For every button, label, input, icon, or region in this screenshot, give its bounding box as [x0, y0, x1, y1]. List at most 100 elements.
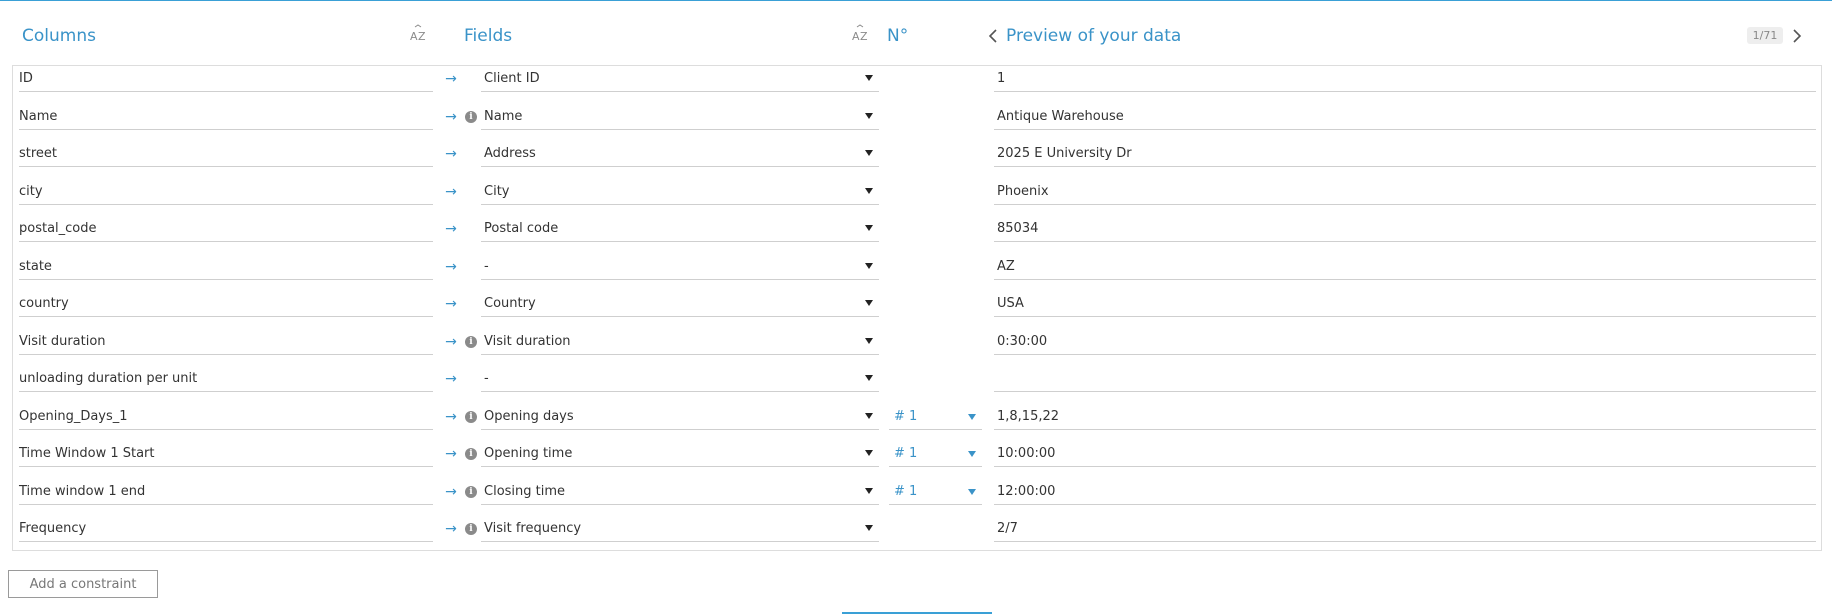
source-column-input[interactable]: postal_code: [19, 216, 433, 242]
add-constraint-button[interactable]: Add a constraint: [8, 570, 158, 598]
mapping-row: street → Address 2025 E University Dr: [0, 137, 1832, 171]
field-select[interactable]: Name: [481, 104, 879, 130]
mapping-row: Visit duration → i Visit duration 0:30:00: [0, 325, 1832, 359]
columns-header-label: Columns: [22, 26, 96, 46]
caret-down-icon: [865, 262, 873, 269]
source-column-input[interactable]: street: [19, 141, 433, 167]
mapping-row: ID → Client ID 1: [0, 62, 1832, 96]
info-icon[interactable]: i: [465, 448, 477, 460]
caret-down-icon: [865, 300, 873, 306]
arrow-right-icon: →: [445, 146, 457, 162]
source-column-input[interactable]: country: [19, 291, 433, 317]
source-column-input[interactable]: Name: [19, 104, 433, 130]
info-icon[interactable]: i: [465, 523, 477, 535]
info-icon[interactable]: i: [465, 410, 477, 423]
sort-az-icon[interactable]: A Z: [849, 24, 871, 46]
svg-text:A: A: [852, 30, 860, 43]
columns-header: Columns: [22, 22, 96, 50]
svg-text:Z: Z: [860, 30, 868, 43]
mapping-row: country → Country USA: [0, 287, 1832, 321]
field-select[interactable]: Address: [481, 141, 879, 167]
number-select-value: # 1: [894, 408, 918, 424]
caret-down-icon: [865, 412, 873, 419]
preview-value: 12:00:00: [994, 479, 1816, 505]
arrow-right-icon: →: [445, 296, 457, 312]
field-select-value: Closing time: [484, 483, 566, 499]
field-select-value: -: [484, 371, 489, 386]
preview-value: Phoenix: [994, 179, 1816, 205]
preview-header: Preview of your data: [1006, 22, 1181, 50]
preview-value: 10:00:00: [994, 441, 1816, 467]
arrow-right-icon: →: [445, 333, 457, 350]
preview-value: 85034: [994, 216, 1816, 242]
arrow-right-icon: →: [445, 521, 457, 537]
number-select-value: # 1: [894, 446, 918, 461]
arrow-right-icon: →: [445, 183, 457, 200]
mapping-row: Name → i Name Antique Warehouse: [0, 100, 1832, 134]
chevron-left-icon[interactable]: [987, 28, 1001, 44]
fields-header: Fields: [464, 22, 512, 50]
field-select[interactable]: Postal code: [481, 216, 879, 242]
source-column-input[interactable]: Time window 1 end: [19, 479, 433, 505]
source-column-input[interactable]: Opening_Days_1: [19, 404, 433, 430]
field-select[interactable]: Opening time: [481, 441, 879, 467]
field-select-value: Name: [484, 108, 523, 124]
preview-value: Antique Warehouse: [994, 104, 1816, 130]
field-select[interactable]: City: [481, 179, 879, 205]
caret-down-icon: [968, 413, 976, 420]
preview-value: 1,8,15,22: [994, 404, 1816, 430]
caret-down-icon: [865, 450, 873, 456]
arrow-right-icon: →: [445, 446, 457, 462]
number-select[interactable]: # 1: [889, 479, 982, 505]
sort-az-icon[interactable]: A Z: [407, 24, 429, 46]
source-column-input[interactable]: Frequency: [19, 516, 433, 542]
field-select[interactable]: Opening days: [481, 404, 879, 430]
preview-value: 1: [994, 66, 1816, 92]
source-column-input[interactable]: unloading duration per unit: [19, 366, 433, 392]
caret-down-icon: [865, 225, 873, 231]
field-select-value: -: [484, 258, 489, 274]
field-select[interactable]: Visit frequency: [481, 516, 879, 542]
info-icon[interactable]: i: [465, 110, 477, 123]
info-icon[interactable]: i: [465, 485, 477, 498]
page-indicator: 1/71: [1747, 27, 1783, 44]
arrow-right-icon: →: [445, 408, 457, 425]
field-select[interactable]: -: [481, 366, 879, 392]
fields-header-label: Fields: [464, 26, 513, 46]
source-column-input[interactable]: ID: [19, 66, 433, 92]
field-select[interactable]: Closing time: [481, 479, 879, 505]
caret-down-icon: [865, 525, 873, 531]
number-select[interactable]: # 1: [889, 404, 982, 430]
arrow-right-icon: →: [445, 108, 457, 125]
mapping-row: state → - AZ: [0, 250, 1832, 284]
source-column-input[interactable]: Visit duration: [19, 329, 433, 355]
caret-down-icon: [865, 375, 873, 381]
preview-value: 2/7: [994, 516, 1816, 542]
caret-down-icon: [968, 451, 976, 457]
field-select[interactable]: Visit duration: [481, 329, 879, 355]
preview-value: 2025 E University Dr: [994, 141, 1816, 167]
caret-down-icon: [865, 150, 873, 156]
number-header-label: N°: [887, 26, 909, 46]
field-select[interactable]: Country: [481, 291, 879, 317]
number-select[interactable]: # 1: [889, 441, 982, 467]
arrow-right-icon: →: [445, 71, 457, 87]
source-column-input[interactable]: Time Window 1 Start: [19, 441, 433, 467]
field-select[interactable]: Client ID: [481, 66, 879, 92]
preview-value: USA: [994, 291, 1816, 317]
field-select[interactable]: -: [481, 254, 879, 280]
chevron-right-icon[interactable]: [1790, 28, 1804, 44]
svg-text:A: A: [410, 30, 418, 43]
arrow-right-icon: →: [445, 483, 457, 500]
svg-text:Z: Z: [418, 30, 426, 43]
source-column-input[interactable]: city: [19, 179, 433, 205]
mapping-row: city → City Phoenix: [0, 175, 1832, 209]
field-select-value: Opening time: [484, 446, 573, 461]
mapping-row: Opening_Days_1 → i Opening days # 1 1,8,15,22: [0, 400, 1832, 434]
field-select-value: Visit duration: [484, 333, 571, 349]
caret-down-icon: [865, 187, 873, 194]
caret-down-icon: [865, 75, 873, 81]
source-column-input[interactable]: state: [19, 254, 433, 280]
info-icon[interactable]: i: [465, 335, 477, 348]
field-select-value: Address: [484, 146, 536, 161]
